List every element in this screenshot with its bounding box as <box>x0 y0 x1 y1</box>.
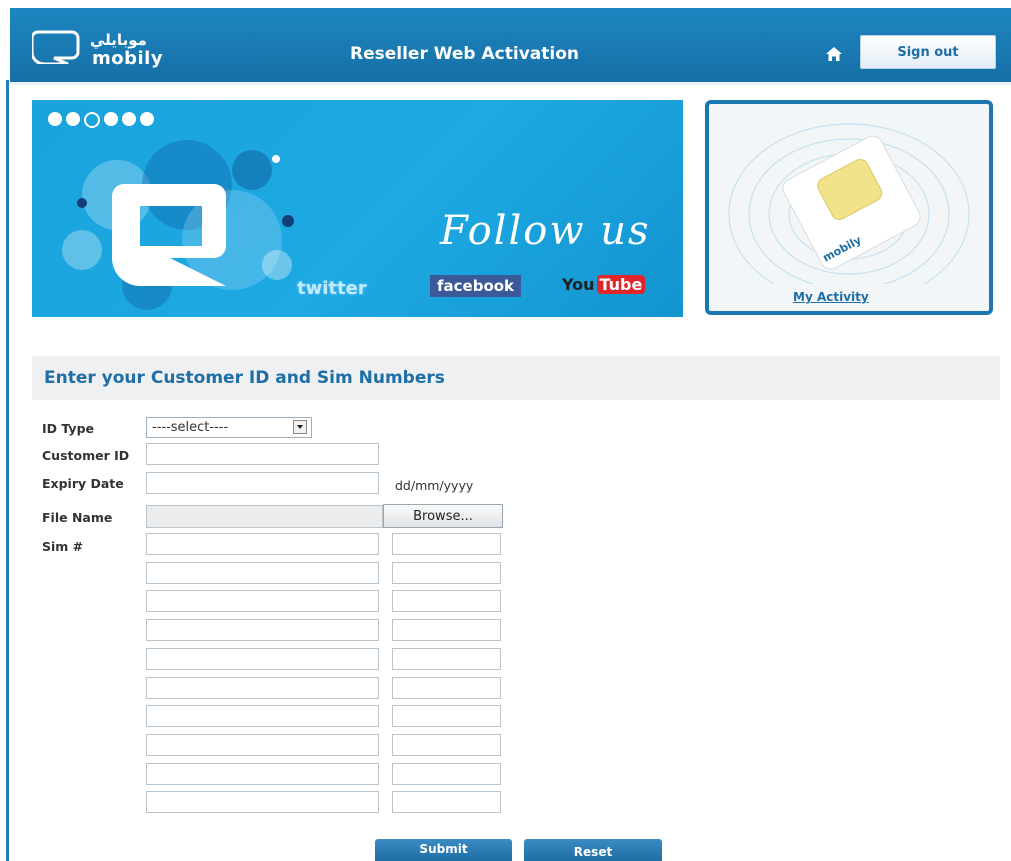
sim-secondary-input[interactable] <box>392 762 501 785</box>
sim-number-label: Sim # <box>42 539 84 554</box>
carousel-dot-5[interactable] <box>122 112 136 126</box>
sim-secondary-input[interactable] <box>392 533 501 555</box>
mobily-logo-icon <box>32 30 80 64</box>
sim-secondary-input[interactable] <box>392 733 501 756</box>
sim-card-illustration: mobily <box>728 123 970 284</box>
carousel-dot-2[interactable] <box>66 112 80 126</box>
sim-number-input[interactable] <box>146 561 379 584</box>
sim-secondary-input[interactable] <box>392 561 501 584</box>
sim-number-input[interactable] <box>146 762 379 785</box>
left-border <box>6 80 9 861</box>
section-title: Enter your Customer ID and Sim Numbers <box>44 368 445 388</box>
sim-number-input[interactable] <box>146 676 379 699</box>
customer-id-input[interactable] <box>146 443 379 465</box>
follow-us-banner[interactable]: Follow us twitter facebook You Tube <box>32 100 683 317</box>
sim-number-input[interactable] <box>146 590 379 613</box>
id-type-label: ID Type <box>42 421 94 436</box>
logo-arabic-text: موبايلي <box>90 31 147 49</box>
section-header: Enter your Customer ID and Sim Numbers <box>32 356 1000 400</box>
sim-secondary-input[interactable] <box>392 619 501 642</box>
sim-secondary-input[interactable] <box>392 791 501 814</box>
logo-english-text: mobily <box>92 48 164 69</box>
twitter-link[interactable]: twitter <box>297 278 367 299</box>
mobily-logo[interactable]: موبايلي mobily <box>32 28 172 74</box>
sim-secondary-input[interactable] <box>392 676 501 699</box>
sim-number-input[interactable] <box>146 619 379 642</box>
youtube-tube-text: Tube <box>596 275 646 294</box>
chevron-down-icon[interactable] <box>293 420 307 434</box>
sim-number-input[interactable] <box>146 705 379 728</box>
youtube-link[interactable]: You Tube <box>562 275 646 294</box>
submit-button[interactable]: Submit <box>375 839 512 861</box>
reset-button[interactable]: Reset <box>524 839 662 861</box>
sim-secondary-input[interactable] <box>392 590 501 613</box>
id-type-selected-value: ----select---- <box>152 420 229 435</box>
header-bar: موبايلي mobily Reseller Web Activation S… <box>10 8 1011 85</box>
expiry-date-input[interactable] <box>146 472 379 494</box>
page: موبايلي mobily Reseller Web Activation S… <box>0 0 1011 861</box>
page-title: Reseller Web Activation <box>350 44 579 64</box>
facebook-link[interactable]: facebook <box>430 275 522 297</box>
sim-number-input[interactable] <box>146 733 379 756</box>
follow-us-text: Follow us <box>440 208 651 254</box>
sim-number-input[interactable] <box>146 533 379 555</box>
my-activity-link[interactable]: My Activity <box>793 290 869 304</box>
customer-id-label: Customer ID <box>42 448 130 463</box>
carousel-dot-1[interactable] <box>48 112 62 126</box>
expiry-date-format-hint: dd/mm/yyyy <box>395 478 474 493</box>
expiry-date-label: Expiry Date <box>42 476 124 491</box>
my-activity-card[interactable]: mobily My Activity <box>705 100 993 315</box>
carousel-dot-6[interactable] <box>140 112 154 126</box>
youtube-you-text: You <box>562 275 595 294</box>
home-icon[interactable] <box>825 46 843 62</box>
browse-button[interactable]: Browse... <box>383 504 503 528</box>
carousel-dot-4[interactable] <box>104 112 118 126</box>
sim-number-input[interactable] <box>146 647 379 670</box>
sim-secondary-input[interactable] <box>392 647 501 670</box>
file-name-field[interactable] <box>146 505 383 528</box>
sign-out-button[interactable]: Sign out <box>860 35 996 69</box>
file-name-label: File Name <box>42 510 113 525</box>
carousel-dot-3-active[interactable] <box>84 112 100 128</box>
mobily-symbol-icon <box>112 184 226 286</box>
carousel-dots <box>48 112 154 128</box>
sim-secondary-input[interactable] <box>392 705 501 728</box>
sim-number-input[interactable] <box>146 791 379 814</box>
id-type-select[interactable]: ----select---- <box>146 417 312 438</box>
